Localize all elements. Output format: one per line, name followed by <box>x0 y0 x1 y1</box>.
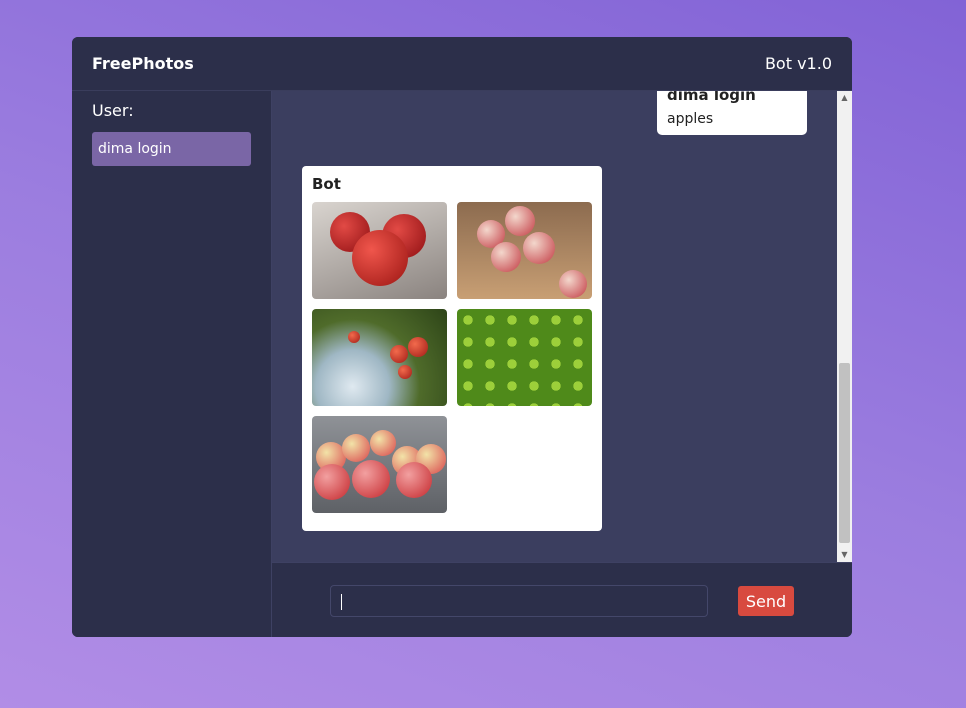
send-button[interactable]: Send <box>738 586 794 616</box>
app-window: FreePhotos Bot v1.0 User: dima login dim… <box>72 37 852 637</box>
composer: Send <box>272 562 852 637</box>
apples-in-basket-photo[interactable] <box>457 202 592 299</box>
user-label: User: <box>92 101 134 120</box>
red-apples-photo[interactable] <box>312 202 447 299</box>
version-label: Bot v1.0 <box>764 54 832 73</box>
message-author: dima login <box>667 91 756 104</box>
text-caret <box>341 594 342 610</box>
message-author: Bot <box>312 175 341 193</box>
photo-grid <box>312 202 592 513</box>
apples-on-tree-photo[interactable] <box>312 309 447 406</box>
scroll-thumb[interactable] <box>839 363 850 543</box>
chat-scrollbar[interactable]: ▲ ▼ <box>837 91 852 562</box>
app-title: FreePhotos <box>92 54 194 73</box>
scroll-up-arrow-icon[interactable]: ▲ <box>837 91 852 105</box>
scroll-down-arrow-icon[interactable]: ▼ <box>837 548 852 562</box>
sidebar: User: dima login <box>72 91 272 637</box>
chat-area: dima login apples Bot <box>272 91 837 562</box>
red-green-apples-photo[interactable] <box>312 416 447 513</box>
user-item-dima-login[interactable]: dima login <box>92 132 251 166</box>
header: FreePhotos Bot v1.0 <box>72 37 852 91</box>
message-text: apples <box>667 111 714 127</box>
bot-message: Bot <box>302 166 602 531</box>
green-apples-photo[interactable] <box>457 309 592 406</box>
message-input[interactable] <box>330 585 708 617</box>
user-message: dima login apples <box>657 91 807 135</box>
